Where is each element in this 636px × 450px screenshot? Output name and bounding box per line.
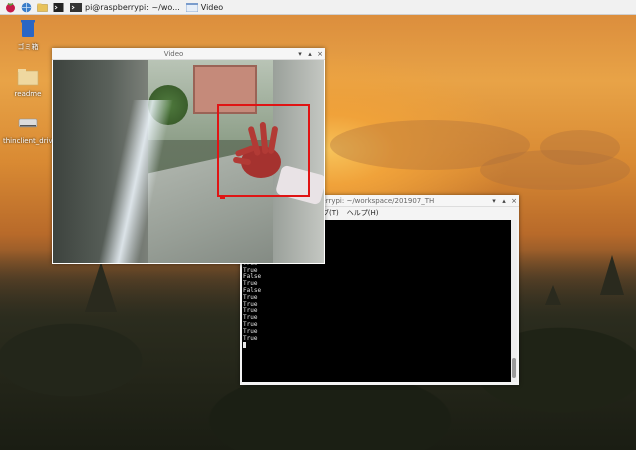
trash-icon [21, 20, 35, 37]
file-manager-icon[interactable] [36, 1, 48, 13]
terminal-line: True [243, 266, 258, 274]
video-titlebar[interactable]: Video ▾ ▴ × [52, 48, 325, 60]
raspberry-menu-icon[interactable] [4, 1, 16, 13]
detection-marker [220, 195, 225, 199]
detection-box [217, 104, 310, 197]
desktop-icon-readme[interactable]: readme [3, 66, 53, 98]
browser-icon[interactable] [20, 1, 32, 13]
taskbar-task-video[interactable]: Video [185, 1, 224, 13]
desktop-icon-thinclient-drives[interactable]: thinclient_drives [3, 113, 61, 145]
minimize-icon[interactable]: ▾ [489, 197, 499, 205]
video-window: Video ▾ ▴ × [52, 48, 325, 264]
terminal-line: True [243, 314, 258, 322]
cloud [540, 130, 620, 165]
desktop-icon-label: ゴミ箱 [17, 43, 39, 51]
desktop-icon-label: thinclient_drives [3, 137, 61, 145]
taskbar-task-label: pi@raspberrypi: ~/wo... [85, 2, 180, 12]
taskbar-task-label: Video [200, 2, 224, 12]
close-icon[interactable]: × [509, 197, 519, 205]
temple-silhouette [545, 285, 561, 305]
maximize-icon[interactable]: ▴ [499, 197, 509, 205]
window-title: Video [163, 49, 184, 58]
terminal-icon [70, 2, 82, 12]
taskbar-task-terminal[interactable]: pi@raspberrypi: ~/wo... [70, 1, 180, 13]
drive-icon [18, 118, 38, 128]
terminal-line: True [243, 300, 258, 308]
terminal-line: True [243, 320, 258, 328]
desktop-icon-label: readme [14, 90, 42, 98]
video-feed [53, 60, 324, 263]
maximize-icon[interactable]: ▴ [305, 50, 315, 58]
desktop-icon-trash[interactable]: ゴミ箱 [3, 18, 53, 52]
terminal-line: True [243, 334, 258, 342]
window-icon [185, 2, 198, 12]
scrollbar[interactable] [511, 220, 517, 382]
terminal-line: True [243, 327, 258, 335]
terminal-icon[interactable] [52, 1, 64, 13]
terminal-line: False [243, 273, 262, 281]
temple-silhouette [85, 262, 117, 312]
scrollbar-thumb[interactable] [512, 358, 516, 378]
minimize-icon[interactable]: ▾ [295, 50, 305, 58]
temple-silhouette [600, 255, 624, 295]
terminal-line: True [243, 307, 258, 315]
menu-item-help[interactable]: ヘルプ(H) [347, 208, 379, 218]
taskbar: pi@raspberrypi: ~/wo... Video [0, 0, 636, 15]
folder-icon [17, 69, 39, 86]
terminal-cursor [243, 342, 246, 349]
terminal-line: False [243, 286, 262, 294]
close-icon[interactable]: × [315, 50, 325, 58]
terminal-line: True [243, 293, 258, 301]
terminal-line: True [243, 280, 258, 288]
